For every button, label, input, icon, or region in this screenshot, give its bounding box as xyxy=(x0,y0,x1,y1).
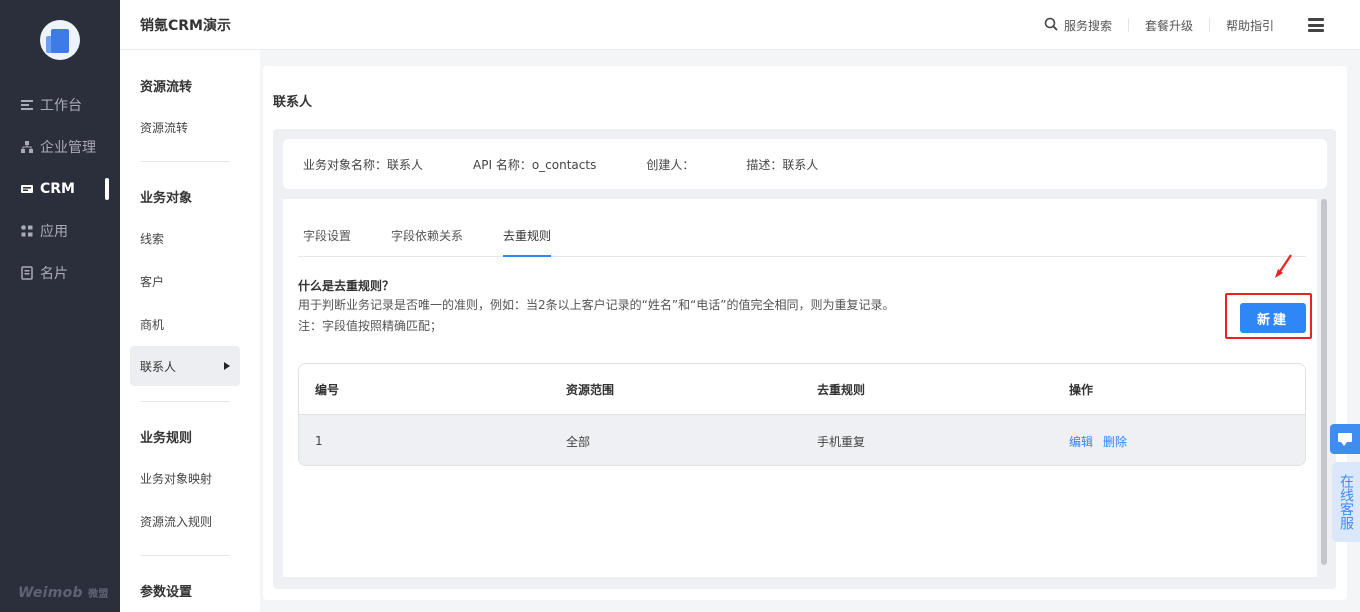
api-name: API 名称：o_contacts xyxy=(473,157,597,172)
top-header: 销氪CRM演示 服务搜索 套餐升级 帮助指引 xyxy=(120,0,1360,50)
subnav-group-resource-flow: 资源流转 xyxy=(140,80,193,95)
rail-active-indicator xyxy=(105,178,109,200)
subnav-item-opportunities[interactable]: 商机 xyxy=(140,316,164,333)
subnav-item-inflow-rules[interactable]: 资源流入规则 xyxy=(140,513,212,530)
subnav-group-parameters: 参数设置 xyxy=(140,585,193,600)
vertical-scrollbar[interactable] xyxy=(1321,199,1327,565)
object-detail-area: 业务对象名称：联系人 API 名称：o_contacts 创建人： 描述：联系人… xyxy=(273,129,1336,589)
dedup-rules-table: 编号 资源范围 去重规则 操作 1 全部 手机重复 编辑 删除 xyxy=(298,363,1306,466)
rules-panel: 字段设置 字段依赖关系 去重规则 什么是去重规则？ 用于判断业务记录是否唯一的准… xyxy=(283,199,1317,577)
row-actions: 编辑 删除 xyxy=(1069,415,1137,465)
online-service-button[interactable]: 在线客服 xyxy=(1332,462,1360,542)
subnav-group-business-objects: 业务对象 xyxy=(140,191,193,206)
chat-icon[interactable] xyxy=(1330,424,1360,454)
caret-right-icon xyxy=(224,362,230,370)
column-header-number: 编号 xyxy=(315,382,340,397)
table-header: 编号 资源范围 去重规则 操作 xyxy=(299,364,1305,415)
brand-logo: Weimob 微盟 xyxy=(18,585,109,601)
dedup-rule-description: 用于判断业务记录是否唯一的准则，例如：当2条以上客户记录的“姓名”和“电话”的值… xyxy=(298,298,895,312)
rail-item-crm[interactable]: CRM xyxy=(20,178,75,200)
tab-dedup-rules[interactable]: 去重规则 xyxy=(503,227,552,257)
column-header-actions: 操作 xyxy=(1069,382,1094,397)
menu-icon[interactable] xyxy=(1308,18,1324,32)
tab-field-dependencies[interactable]: 字段依赖关系 xyxy=(391,227,463,257)
card-icon xyxy=(20,266,34,280)
dedup-rule-note: 注：字段值按照精确匹配； xyxy=(298,319,443,333)
column-header-scope: 资源范围 xyxy=(566,382,615,397)
crm-icon xyxy=(20,182,34,196)
subnav-item-resource-flow[interactable]: 资源流转 xyxy=(140,119,188,136)
company-logo[interactable] xyxy=(40,20,80,60)
org-icon xyxy=(20,140,34,154)
apps-icon xyxy=(20,224,34,238)
search-icon xyxy=(1044,17,1058,34)
subnav-item-customers[interactable]: 客户 xyxy=(140,273,164,290)
page-title: 联系人 xyxy=(273,95,313,110)
rail-item-label: CRM xyxy=(40,181,75,197)
upgrade-link[interactable]: 套餐升级 xyxy=(1129,17,1209,34)
rail-item-label: 工作台 xyxy=(40,98,82,114)
row-number: 1 xyxy=(315,434,323,448)
rail-item-label: 应用 xyxy=(40,224,68,240)
table-row: 1 全部 手机重复 编辑 删除 xyxy=(299,415,1305,465)
delete-link[interactable]: 删除 xyxy=(1103,433,1127,450)
subnav-group-business-rules: 业务规则 xyxy=(140,431,193,446)
subnav-divider xyxy=(140,161,230,162)
tab-field-settings[interactable]: 字段设置 xyxy=(303,227,351,257)
edit-link[interactable]: 编辑 xyxy=(1069,433,1093,450)
column-header-rule: 去重规则 xyxy=(817,382,866,397)
workbench-icon xyxy=(20,98,34,112)
help-link[interactable]: 帮助指引 xyxy=(1210,17,1290,34)
dedup-rule-heading: 什么是去重规则？ xyxy=(298,279,395,293)
subnav-divider xyxy=(140,401,230,402)
rail-item-card[interactable]: 名片 xyxy=(20,262,68,284)
service-search-button[interactable]: 服务搜索 xyxy=(1028,17,1128,34)
subnav-item-leads[interactable]: 线索 xyxy=(140,230,164,247)
row-rule: 手机重复 xyxy=(817,434,866,449)
app-title: 销氪CRM演示 xyxy=(140,18,231,34)
row-scope: 全部 xyxy=(566,434,591,449)
rail-item-label: 名片 xyxy=(40,266,68,282)
rail-item-org[interactable]: 企业管理 xyxy=(20,136,96,158)
subnav-item-contacts[interactable]: 联系人 xyxy=(130,346,240,386)
rail-item-label: 企业管理 xyxy=(40,140,96,156)
object-name: 业务对象名称：联系人 xyxy=(303,157,424,172)
subnav-divider xyxy=(140,555,230,556)
tab-bar: 字段设置 字段依赖关系 去重规则 xyxy=(298,227,1306,257)
rail-item-workbench[interactable]: 工作台 xyxy=(20,94,82,116)
subnav-item-object-mapping[interactable]: 业务对象映射 xyxy=(140,470,212,487)
new-rule-button[interactable]: 新建 xyxy=(1240,303,1306,333)
creator: 创建人： xyxy=(646,157,695,172)
annotation-arrow-icon xyxy=(1275,254,1292,278)
object-description: 描述：联系人 xyxy=(746,157,819,172)
object-info-bar: 业务对象名称：联系人 API 名称：o_contacts 创建人： 描述：联系人 xyxy=(283,139,1327,189)
left-rail: 工作台 企业管理 CRM 应用 名片 Weimob 微盟 xyxy=(0,0,120,612)
main-content: 联系人 业务对象名称：联系人 API 名称：o_contacts 创建人： 描述… xyxy=(263,66,1347,600)
secondary-sidebar: 资源流转 资源流转 业务对象 线索 客户 商机 联系人 业务规则 业务对象映射 … xyxy=(120,50,260,612)
rail-item-apps[interactable]: 应用 xyxy=(20,220,68,242)
